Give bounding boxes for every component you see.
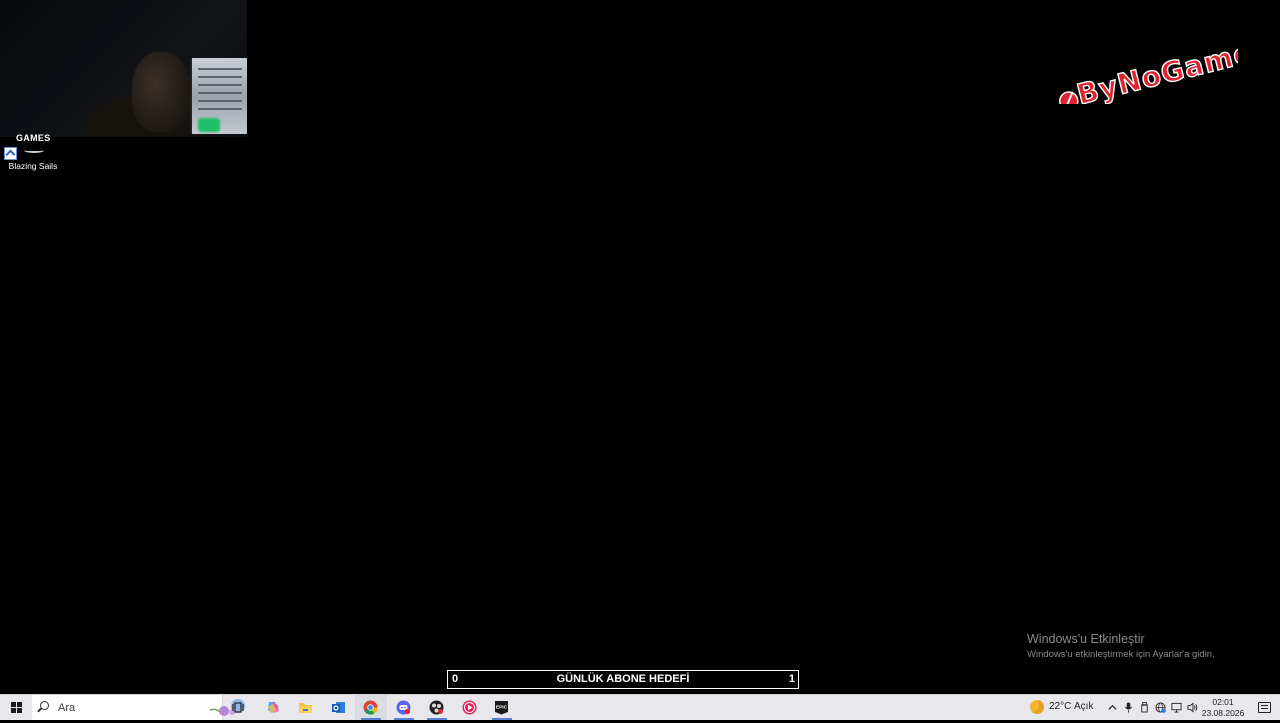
monitor-icon [1170,702,1182,713]
taskbar-epic-games-button[interactable]: EPIC [486,695,518,720]
chevron-up-icon [1107,704,1117,710]
desktop-icon-label: Blazing Sails [8,161,58,171]
taskbar-task-view-button[interactable] [224,695,256,720]
tray-network-status-button[interactable] [1152,695,1168,720]
notification-center-button[interactable] [1250,695,1280,720]
subscriber-goal-title: GÜNLÜK ABONE HEDEFİ [556,673,690,685]
channel-logo: ByNoGame [1048,24,1257,112]
outlook-icon [332,702,345,713]
taskbar: EPIC 22°C Açık [0,694,1280,720]
epic-games-icon: EPIC [495,701,508,715]
activation-title: Windows'u Etkinleştir [1027,632,1145,646]
taskbar-chrome-button[interactable] [355,695,387,720]
moon-icon [1030,700,1044,714]
copilot-icon [268,702,279,713]
windows-activation-watermark: Windows'u Etkinleştir Windows'u etkinleş… [1027,632,1215,660]
tray-display-button[interactable] [1168,695,1184,720]
clock-date: 23.08.2026 [1201,708,1245,718]
taskbar-clock[interactable]: 02:01 23.08.2026 [1200,696,1246,720]
start-button[interactable] [0,695,32,720]
search-input[interactable] [58,700,188,715]
webcam-overlay [0,0,247,137]
tray-volume-button[interactable] [1184,695,1200,720]
task-view-icon [232,702,244,713]
globe-icon [1154,702,1166,713]
tray-show-hidden-button[interactable] [1104,695,1120,720]
tray-microphone-button[interactable] [1120,695,1136,720]
desktop: GAMES Blazing Sails ByNoGame Windows'u E… [0,0,1280,694]
play-icon [462,700,477,715]
shortcut-arrow-icon [4,147,17,160]
clock-time: 02:01 [1212,697,1234,707]
webcam-green-light [198,118,220,132]
taskbar-outlook-button[interactable] [323,695,355,720]
desktop-icon-blazing-sails[interactable]: GAMES Blazing Sails [2,133,64,177]
chrome-icon [363,700,378,715]
epic-games-text: EPIC [496,705,508,711]
taskbar-file-explorer-button[interactable] [290,695,322,720]
speaker-icon [1186,702,1197,713]
taskbar-search[interactable] [32,695,245,720]
windows-logo-icon [11,702,22,713]
logo-text: ByNoGame [1074,36,1238,104]
taskbar-discord-button[interactable] [388,695,420,720]
discord-icon [396,700,411,715]
microphone-icon [1124,702,1132,713]
search-icon [40,701,49,710]
blazing-sails-game-icon [24,148,44,153]
taskbar-obs-button[interactable] [421,695,453,720]
obs-icon [429,700,444,715]
tray-usb-button[interactable] [1136,695,1152,720]
bynogame-logo-icon: ByNoGame [1059,35,1257,112]
taskbar-media-player-button[interactable] [454,695,486,720]
weather-condition: Açık [1074,701,1094,712]
taskbar-weather-widget[interactable]: 22°C Açık [1028,695,1098,720]
activation-subtitle: Windows'u etkinleştirmek için Ayarlar'a … [1027,649,1215,660]
weather-temperature: 22°C [1049,701,1072,712]
webcam-person-head [132,52,190,132]
folder-icon [299,703,312,713]
notification-icon [1258,702,1271,713]
blazing-sails-banner-text: GAMES [16,133,51,143]
usb-device-icon [1140,702,1148,713]
subscriber-goal-target: 1 [788,673,795,685]
taskbar-copilot-button[interactable] [258,695,290,720]
subscriber-goal-bar: 0 GÜNLÜK ABONE HEDEFİ 1 [447,670,799,689]
